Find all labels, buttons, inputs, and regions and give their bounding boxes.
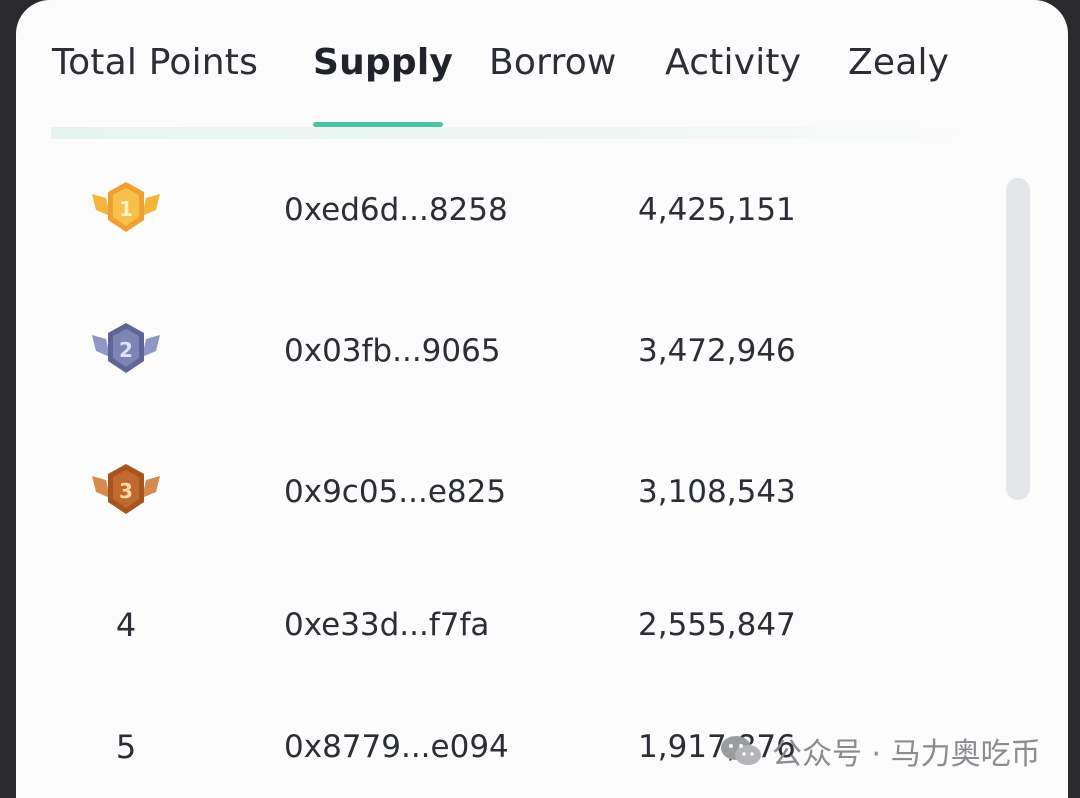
- tab-borrow[interactable]: Borrow: [489, 42, 617, 83]
- points-value: 2,555,847: [638, 607, 796, 643]
- wallet-address: 0xe33d...f7fa: [284, 607, 490, 643]
- bronze-badge-icon: 3: [92, 464, 160, 514]
- rank-cell: 3: [81, 462, 171, 522]
- watermark-text: 公众号 · 马力奥吃币: [772, 737, 1041, 772]
- silver-badge-icon: 2: [92, 323, 160, 373]
- wechat-icon: [718, 733, 764, 769]
- badge-rank-label: 3: [119, 479, 133, 503]
- watermark: 公众号 · 马力奥吃币: [718, 726, 1041, 776]
- leaderboard-panel: Total Points Supply Borrow Activity Zeal…: [16, 0, 1068, 798]
- points-value: 3,108,543: [638, 474, 796, 510]
- tab-activity[interactable]: Activity: [665, 42, 801, 83]
- rank-cell: 5: [81, 717, 171, 777]
- tab-supply[interactable]: Supply: [313, 42, 453, 83]
- rank-cell: 1: [81, 180, 171, 240]
- tab-total-points[interactable]: Total Points: [52, 42, 258, 83]
- rank-cell: 4: [81, 595, 171, 655]
- gold-badge-icon: 1: [92, 182, 160, 232]
- wallet-address: 0x9c05...e825: [284, 474, 507, 510]
- leaderboard-row[interactable]: 1 0xed6d...8258 4,425,151: [16, 180, 996, 240]
- leaderboard-row[interactable]: 4 0xe33d...f7fa 2,555,847: [16, 595, 996, 655]
- wallet-address: 0xed6d...8258: [284, 192, 508, 228]
- badge-rank-label: 2: [119, 338, 133, 362]
- rank-number: 4: [115, 606, 137, 644]
- tab-divider: [51, 127, 991, 139]
- leaderboard-row[interactable]: 2 0x03fb...9065 3,472,946: [16, 321, 996, 381]
- wallet-address: 0x03fb...9065: [284, 333, 501, 369]
- rank-cell: 2: [81, 321, 171, 381]
- tab-zealy[interactable]: Zealy: [848, 42, 949, 83]
- wallet-address: 0x8779...e094: [284, 729, 509, 765]
- leaderboard-row[interactable]: 3 0x9c05...e825 3,108,543: [16, 462, 996, 522]
- scrollbar[interactable]: [1006, 178, 1030, 500]
- points-value: 4,425,151: [638, 192, 796, 228]
- points-value: 3,472,946: [638, 333, 796, 369]
- badge-rank-label: 1: [119, 197, 133, 221]
- rank-number: 5: [115, 728, 137, 766]
